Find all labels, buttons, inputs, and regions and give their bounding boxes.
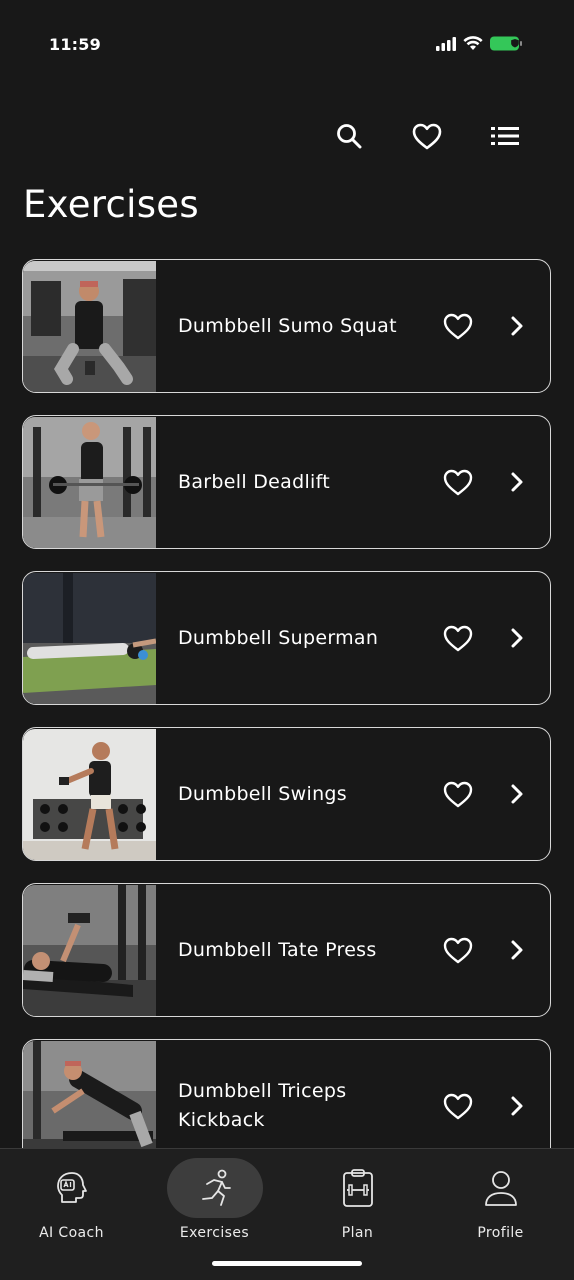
favorites-button[interactable] <box>388 115 466 157</box>
chevron-right-icon <box>511 316 523 336</box>
exercise-thumbnail <box>23 416 156 548</box>
search-icon <box>337 124 362 149</box>
tab-icon-container <box>166 1158 263 1218</box>
exercise-thumbnail <box>23 1040 156 1148</box>
heart-outline-icon <box>443 469 473 495</box>
tab-label: Plan <box>341 1225 374 1241</box>
exercise-thumbnail <box>23 884 156 1016</box>
list-view-button[interactable] <box>466 115 544 157</box>
status-icons <box>436 36 526 51</box>
heart-outline-icon <box>443 625 473 651</box>
exercise-card[interactable]: Dumbbell Swings <box>22 727 551 861</box>
favorite-button[interactable] <box>436 304 480 348</box>
exercise-card[interactable]: Barbell Deadlift <box>22 415 551 549</box>
ai-coach-icon <box>56 1172 87 1203</box>
running-person-icon <box>201 1169 231 1206</box>
wifi-icon <box>463 36 483 50</box>
page-title: Exercises <box>23 183 199 226</box>
favorite-button[interactable] <box>436 772 480 816</box>
exercise-list: Dumbbell Sumo Squat Barbell Deadlift Dum… <box>22 259 551 1148</box>
status-bar: 11:59 <box>0 0 574 90</box>
list-icon <box>491 127 519 145</box>
open-detail-button[interactable] <box>502 304 532 348</box>
exercise-thumbnail <box>23 572 156 704</box>
favorite-button[interactable] <box>436 460 480 504</box>
open-detail-button[interactable] <box>502 460 532 504</box>
heart-outline-icon <box>443 781 473 807</box>
heart-icon <box>412 123 442 149</box>
favorite-button[interactable] <box>436 1084 480 1128</box>
status-time: 11:59 <box>49 35 101 54</box>
exercise-card[interactable]: Dumbbell Triceps Kickback <box>22 1039 551 1148</box>
exercise-thumbnail <box>23 260 156 392</box>
tab-label: Exercises <box>179 1225 250 1241</box>
tab-icon-container <box>453 1158 549 1218</box>
tab-exercises[interactable]: Exercises <box>143 1149 286 1259</box>
open-detail-button[interactable] <box>502 772 532 816</box>
chevron-right-icon <box>511 472 523 492</box>
clipboard-dumbbell-icon <box>342 1169 373 1207</box>
home-indicator <box>212 1261 362 1266</box>
heart-outline-icon <box>443 1093 473 1119</box>
exercise-name: Barbell Deadlift <box>178 470 331 493</box>
search-button[interactable] <box>310 115 388 157</box>
header-actions <box>310 115 544 157</box>
tab-profile[interactable]: Profile <box>429 1149 572 1259</box>
exercise-card[interactable]: Dumbbell Sumo Squat <box>22 259 551 393</box>
tab-plan[interactable]: Plan <box>286 1149 429 1259</box>
open-detail-button[interactable] <box>502 616 532 660</box>
favorite-button[interactable] <box>436 616 480 660</box>
chevron-right-icon <box>511 784 523 804</box>
chevron-right-icon <box>511 628 523 648</box>
tab-icon-container <box>310 1158 406 1218</box>
signal-icon <box>436 36 456 51</box>
chevron-right-icon <box>511 940 523 960</box>
person-icon <box>484 1171 517 1206</box>
tab-icon-container <box>24 1158 120 1218</box>
exercise-name: Dumbbell Swings <box>178 782 347 805</box>
exercise-name: Dumbbell Triceps Kickback <box>178 1080 347 1131</box>
tab-ai-coach[interactable]: AI Coach <box>0 1149 143 1259</box>
heart-outline-icon <box>443 313 473 339</box>
exercise-name: Dumbbell Superman <box>178 626 379 649</box>
exercise-card[interactable]: Dumbbell Superman <box>22 571 551 705</box>
exercise-name: Dumbbell Sumo Squat <box>178 314 397 337</box>
open-detail-button[interactable] <box>502 1084 532 1128</box>
tab-label: Profile <box>477 1225 524 1241</box>
exercise-name: Dumbbell Tate Press <box>178 938 377 961</box>
exercise-thumbnail <box>23 728 156 860</box>
open-detail-button[interactable] <box>502 928 532 972</box>
battery-icon <box>490 36 522 51</box>
exercise-card[interactable]: Dumbbell Tate Press <box>22 883 551 1017</box>
chevron-right-icon <box>511 1096 523 1116</box>
heart-outline-icon <box>443 937 473 963</box>
tab-label: AI Coach <box>39 1225 104 1241</box>
favorite-button[interactable] <box>436 928 480 972</box>
